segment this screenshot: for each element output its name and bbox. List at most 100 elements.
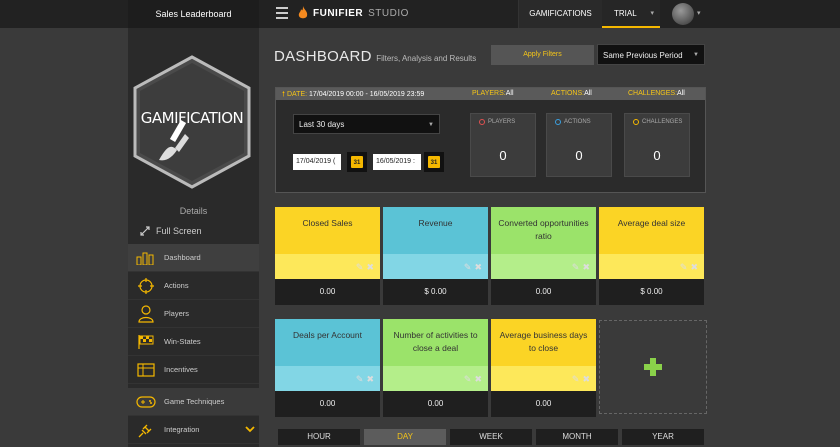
card-title: Deals per Account xyxy=(275,319,380,366)
brand-name: FUNIFIER xyxy=(313,7,364,19)
avatar[interactable] xyxy=(672,3,694,25)
card-toolbar: ✎ ✖ xyxy=(599,254,704,279)
close-icon[interactable]: ✖ xyxy=(474,374,482,385)
pencil-icon[interactable]: ✎ xyxy=(464,374,472,385)
challenges-stat-box[interactable]: CHALLENGES 0 xyxy=(624,113,690,177)
pencil-icon[interactable]: ✎ xyxy=(680,262,688,273)
close-icon[interactable]: ✖ xyxy=(366,374,374,385)
pencil-icon[interactable]: ✎ xyxy=(356,374,364,385)
trial-label: TRIAL xyxy=(614,9,637,18)
caret-down-icon: ▼ xyxy=(428,122,434,128)
circle-icon xyxy=(633,119,639,125)
actions-value: All xyxy=(584,90,592,97)
metric-card-converted-ratio[interactable]: Converted opportunities ratio ✎ ✖ 0.00 xyxy=(491,207,596,305)
page-title: DASHBOARD Filters, Analysis and Results xyxy=(274,48,476,65)
period-value: Same Previous Period xyxy=(603,51,683,60)
sidebar-item-players[interactable]: Players xyxy=(128,300,259,328)
sidebar-item-win-states[interactable]: Win-States xyxy=(128,328,259,356)
date-to-input[interactable]: 16/05/2019 : xyxy=(373,154,421,170)
filters-panel: 🠕 DATE: 17/04/2019 00:00 - 16/05/2019 23… xyxy=(275,87,706,193)
card-toolbar: ✎ ✖ xyxy=(383,366,488,391)
metric-card-revenue[interactable]: Revenue ✎ ✖ $ 0.00 xyxy=(383,207,488,305)
pencil-icon[interactable]: ✎ xyxy=(572,262,580,273)
calendar-to-button[interactable]: 31 xyxy=(424,152,444,172)
players-stat-box[interactable]: PLAYERS 0 xyxy=(470,113,536,177)
brand-studio: STUDIO xyxy=(368,7,409,19)
card-value: 0.00 xyxy=(383,391,488,417)
add-card-button[interactable] xyxy=(599,320,707,414)
chevron-down-icon: ▾ xyxy=(650,10,654,17)
card-toolbar: ✎ ✖ xyxy=(491,366,596,391)
stat-value: 0 xyxy=(499,148,507,163)
plus-icon xyxy=(644,358,662,376)
stat-value: 0 xyxy=(653,148,661,163)
details-label: Details xyxy=(179,206,208,216)
close-icon[interactable]: ✖ xyxy=(474,262,482,273)
circle-icon xyxy=(555,119,561,125)
sidebar-item-integration[interactable]: Integration xyxy=(128,416,259,444)
caret-down-icon: ▼ xyxy=(693,52,699,58)
calendar-icon: 31 xyxy=(428,156,440,168)
filter-date-summary: 🠕 DATE: 17/04/2019 00:00 - 16/05/2019 23… xyxy=(282,90,424,101)
trial-menu[interactable]: TRIAL ▾ xyxy=(602,0,660,28)
metric-card-days-to-close[interactable]: Average business days to close ✎ ✖ 0.00 xyxy=(491,319,596,417)
plug-icon xyxy=(136,421,156,439)
stat-label: CHALLENGES xyxy=(625,114,689,125)
metric-card-closed-sales[interactable]: Closed Sales ✎ ✖ 0.00 xyxy=(275,207,380,305)
date-from-input[interactable]: 17/04/2019 ( xyxy=(293,154,341,170)
metric-card-activities-to-close[interactable]: Number of activities to close a deal ✎ ✖ … xyxy=(383,319,488,417)
metric-card-average-deal[interactable]: Average deal size ✎ ✖ $ 0.00 xyxy=(599,207,704,305)
apply-filters-button[interactable]: Apply Filters xyxy=(491,45,594,65)
pencil-icon[interactable]: ✎ xyxy=(464,262,472,273)
time-button-hour[interactable]: HOUR xyxy=(278,429,360,445)
pencil-icon[interactable]: ✎ xyxy=(572,374,580,385)
sidebar-item-label: Integration xyxy=(164,425,200,434)
sidebar-item-label: Players xyxy=(164,309,190,318)
sidebar-item-game-techniques[interactable]: Game Techniques xyxy=(128,388,259,416)
calendar-from-button[interactable]: 31 xyxy=(347,152,367,172)
metric-card-deals-per-account[interactable]: Deals per Account ✎ ✖ 0.00 xyxy=(275,319,380,417)
pencil-icon[interactable]: ✎ xyxy=(356,262,364,273)
calendar-icon: 31 xyxy=(351,156,363,168)
date-prefix: DATE: xyxy=(286,91,308,98)
circle-icon xyxy=(479,119,485,125)
chevron-down-icon[interactable]: ▾ xyxy=(697,9,701,17)
stat-label-text: ACTIONS xyxy=(564,119,591,125)
menu-icon[interactable] xyxy=(276,7,288,19)
top-bar: Sales Leaderboard FUNIFIER STUDIO GAMIFI… xyxy=(0,0,840,28)
stat-value: 0 xyxy=(575,148,583,163)
close-icon[interactable]: ✖ xyxy=(582,374,590,385)
expand-icon xyxy=(140,226,150,236)
date-range-select[interactable]: Last 30 days ▼ xyxy=(293,114,440,134)
filter-players-summary: PLAYERS:All xyxy=(472,90,514,97)
incentives-icon xyxy=(136,361,156,379)
card-value: $ 0.00 xyxy=(599,279,704,305)
card-title: Number of activities to close a deal xyxy=(383,319,488,366)
bar-chart-icon xyxy=(136,249,156,267)
crosshair-icon xyxy=(136,277,156,295)
sidebar-item-dashboard[interactable]: Dashboard xyxy=(128,244,259,272)
close-icon[interactable]: ✖ xyxy=(690,262,698,273)
stat-label-text: PLAYERS xyxy=(488,119,516,125)
chevron-down-icon xyxy=(245,426,255,433)
time-button-day[interactable]: DAY xyxy=(364,429,446,445)
sidebar-item-incentives[interactable]: Incentives xyxy=(128,356,259,384)
card-title: Average deal size xyxy=(599,207,704,254)
period-select[interactable]: Same Previous Period ▼ xyxy=(597,44,705,65)
challenges-value: All xyxy=(677,90,685,97)
time-button-week[interactable]: WEEK xyxy=(450,429,532,445)
gamepad-icon xyxy=(136,393,156,411)
close-icon[interactable]: ✖ xyxy=(366,262,374,273)
time-button-month[interactable]: MONTH xyxy=(536,429,618,445)
fullscreen-button[interactable]: Full Screen xyxy=(140,226,202,236)
filter-challenges-summary: CHALLENGES:All xyxy=(628,90,685,97)
brand-logo[interactable]: FUNIFIER STUDIO xyxy=(298,6,409,20)
time-button-year[interactable]: YEAR xyxy=(622,429,704,445)
sidebar-item-actions[interactable]: Actions xyxy=(128,272,259,300)
close-icon[interactable]: ✖ xyxy=(582,262,590,273)
upload-icon: 🠕 xyxy=(282,91,286,98)
gamifications-menu[interactable]: GAMIFICATIONS xyxy=(518,0,602,28)
card-title: Closed Sales xyxy=(275,207,380,254)
sidebar-item-label: Game Techniques xyxy=(164,397,225,406)
actions-stat-box[interactable]: ACTIONS 0 xyxy=(546,113,612,177)
